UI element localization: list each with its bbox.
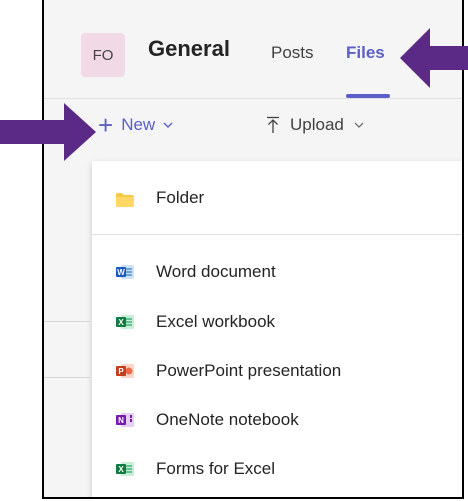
- word-icon: W: [116, 265, 134, 279]
- menu-item-onenote-notebook[interactable]: N OneNote notebook: [92, 400, 462, 440]
- menu-item-label: OneNote notebook: [156, 410, 299, 429]
- menu-item-label: Forms for Excel: [156, 459, 276, 478]
- menu-item-powerpoint-presentation[interactable]: P PowerPoint presentation: [92, 351, 462, 391]
- menu-item-label: Folder: [156, 188, 205, 207]
- menu-item-word-document[interactable]: W Word document: [92, 252, 462, 292]
- menu-item-label: PowerPoint presentation: [156, 361, 342, 380]
- svg-text:P: P: [118, 367, 124, 376]
- chevron-down-icon: [354, 122, 364, 128]
- excel-icon: X: [116, 315, 134, 329]
- folder-icon: [116, 193, 134, 207]
- new-menu: Folder W Word document X Excel workbook …: [92, 161, 462, 497]
- plus-icon: +: [98, 110, 114, 140]
- active-tab-indicator: [346, 94, 390, 98]
- annotation-arrow-new: [0, 103, 96, 161]
- svg-text:W: W: [117, 268, 125, 277]
- menu-item-forms-for-excel[interactable]: X Forms for Excel: [92, 449, 462, 489]
- svg-text:X: X: [118, 318, 124, 327]
- tab-posts[interactable]: Posts: [271, 43, 314, 63]
- forms-excel-icon: X: [116, 462, 134, 476]
- new-button-label: New: [121, 115, 156, 134]
- chevron-down-icon: [163, 122, 173, 128]
- onenote-icon: N: [116, 413, 134, 427]
- menu-item-excel-workbook[interactable]: X Excel workbook: [92, 302, 462, 342]
- row-divider: [44, 321, 90, 322]
- menu-divider: [92, 234, 462, 235]
- channel-title: General: [148, 36, 230, 61]
- row-divider: [44, 377, 90, 378]
- files-toolbar: + New Upload: [44, 99, 462, 161]
- annotation-arrow-files: [400, 28, 468, 88]
- upload-button[interactable]: Upload: [266, 115, 364, 135]
- powerpoint-icon: P: [116, 364, 134, 378]
- menu-item-label: Word document: [156, 262, 276, 281]
- menu-item-folder[interactable]: Folder: [92, 178, 462, 218]
- channel-avatar: FO: [81, 33, 125, 77]
- file-list-background: [44, 161, 90, 497]
- menu-item-label: Excel workbook: [156, 312, 276, 331]
- upload-button-label: Upload: [290, 115, 344, 134]
- svg-text:N: N: [118, 416, 124, 425]
- svg-text:X: X: [118, 465, 124, 474]
- new-button[interactable]: + New: [98, 110, 173, 140]
- upload-icon: [267, 116, 279, 133]
- tab-files[interactable]: Files: [346, 43, 385, 63]
